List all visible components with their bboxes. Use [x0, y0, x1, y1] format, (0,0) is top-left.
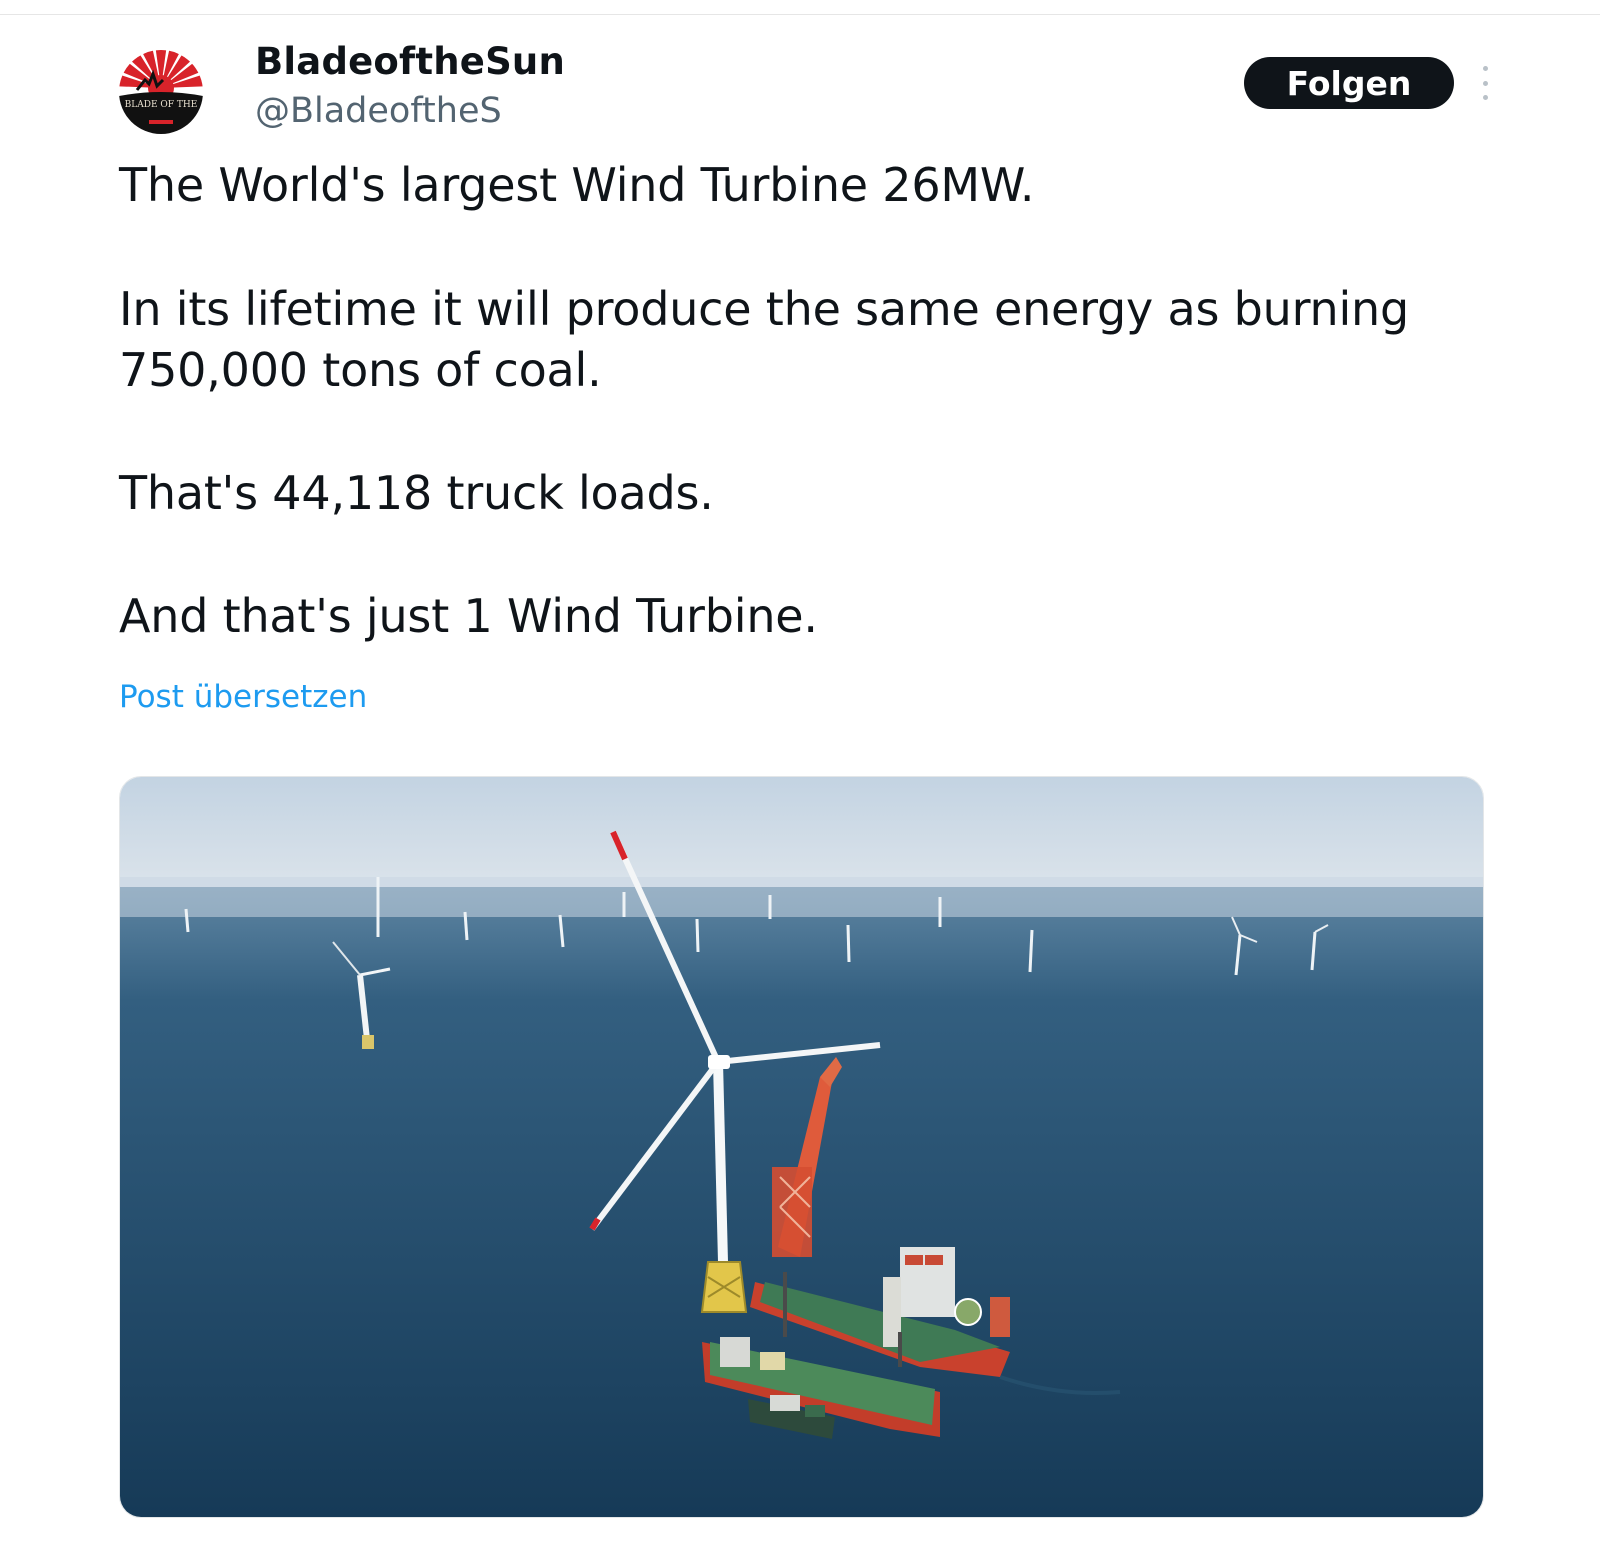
tweet-text-line: And that's just 1 Wind Turbine. [119, 589, 818, 643]
avatar[interactable]: BLADE OF THE [119, 50, 203, 134]
tweet-media-photo[interactable] [119, 776, 1484, 1518]
dot [1482, 95, 1488, 100]
user-handle[interactable]: @BladeoftheS [255, 91, 502, 131]
svg-text:BLADE OF THE: BLADE OF THE [125, 100, 198, 110]
top-divider [0, 14, 1600, 15]
tweet-text-line: The World's largest Wind Turbine 26MW. [119, 158, 1035, 212]
tweet-text-line: That's 44,118 truck loads. [119, 466, 714, 520]
follow-button[interactable]: Folgen [1244, 57, 1454, 109]
tweet-text-line: 750,000 tons of coal. [119, 343, 602, 397]
dot [1482, 66, 1488, 71]
rising-sun-avatar-icon: BLADE OF THE [119, 50, 203, 134]
more-options-icon[interactable] [1478, 66, 1492, 100]
tweet-text-line: In its lifetime it will produce the same… [119, 282, 1410, 336]
translate-post-link[interactable]: Post übersetzen [119, 679, 367, 715]
display-name[interactable]: BladeoftheSun [255, 40, 565, 83]
offshore-wind-turbine-photo-icon [120, 777, 1483, 1517]
dot [1482, 80, 1488, 86]
